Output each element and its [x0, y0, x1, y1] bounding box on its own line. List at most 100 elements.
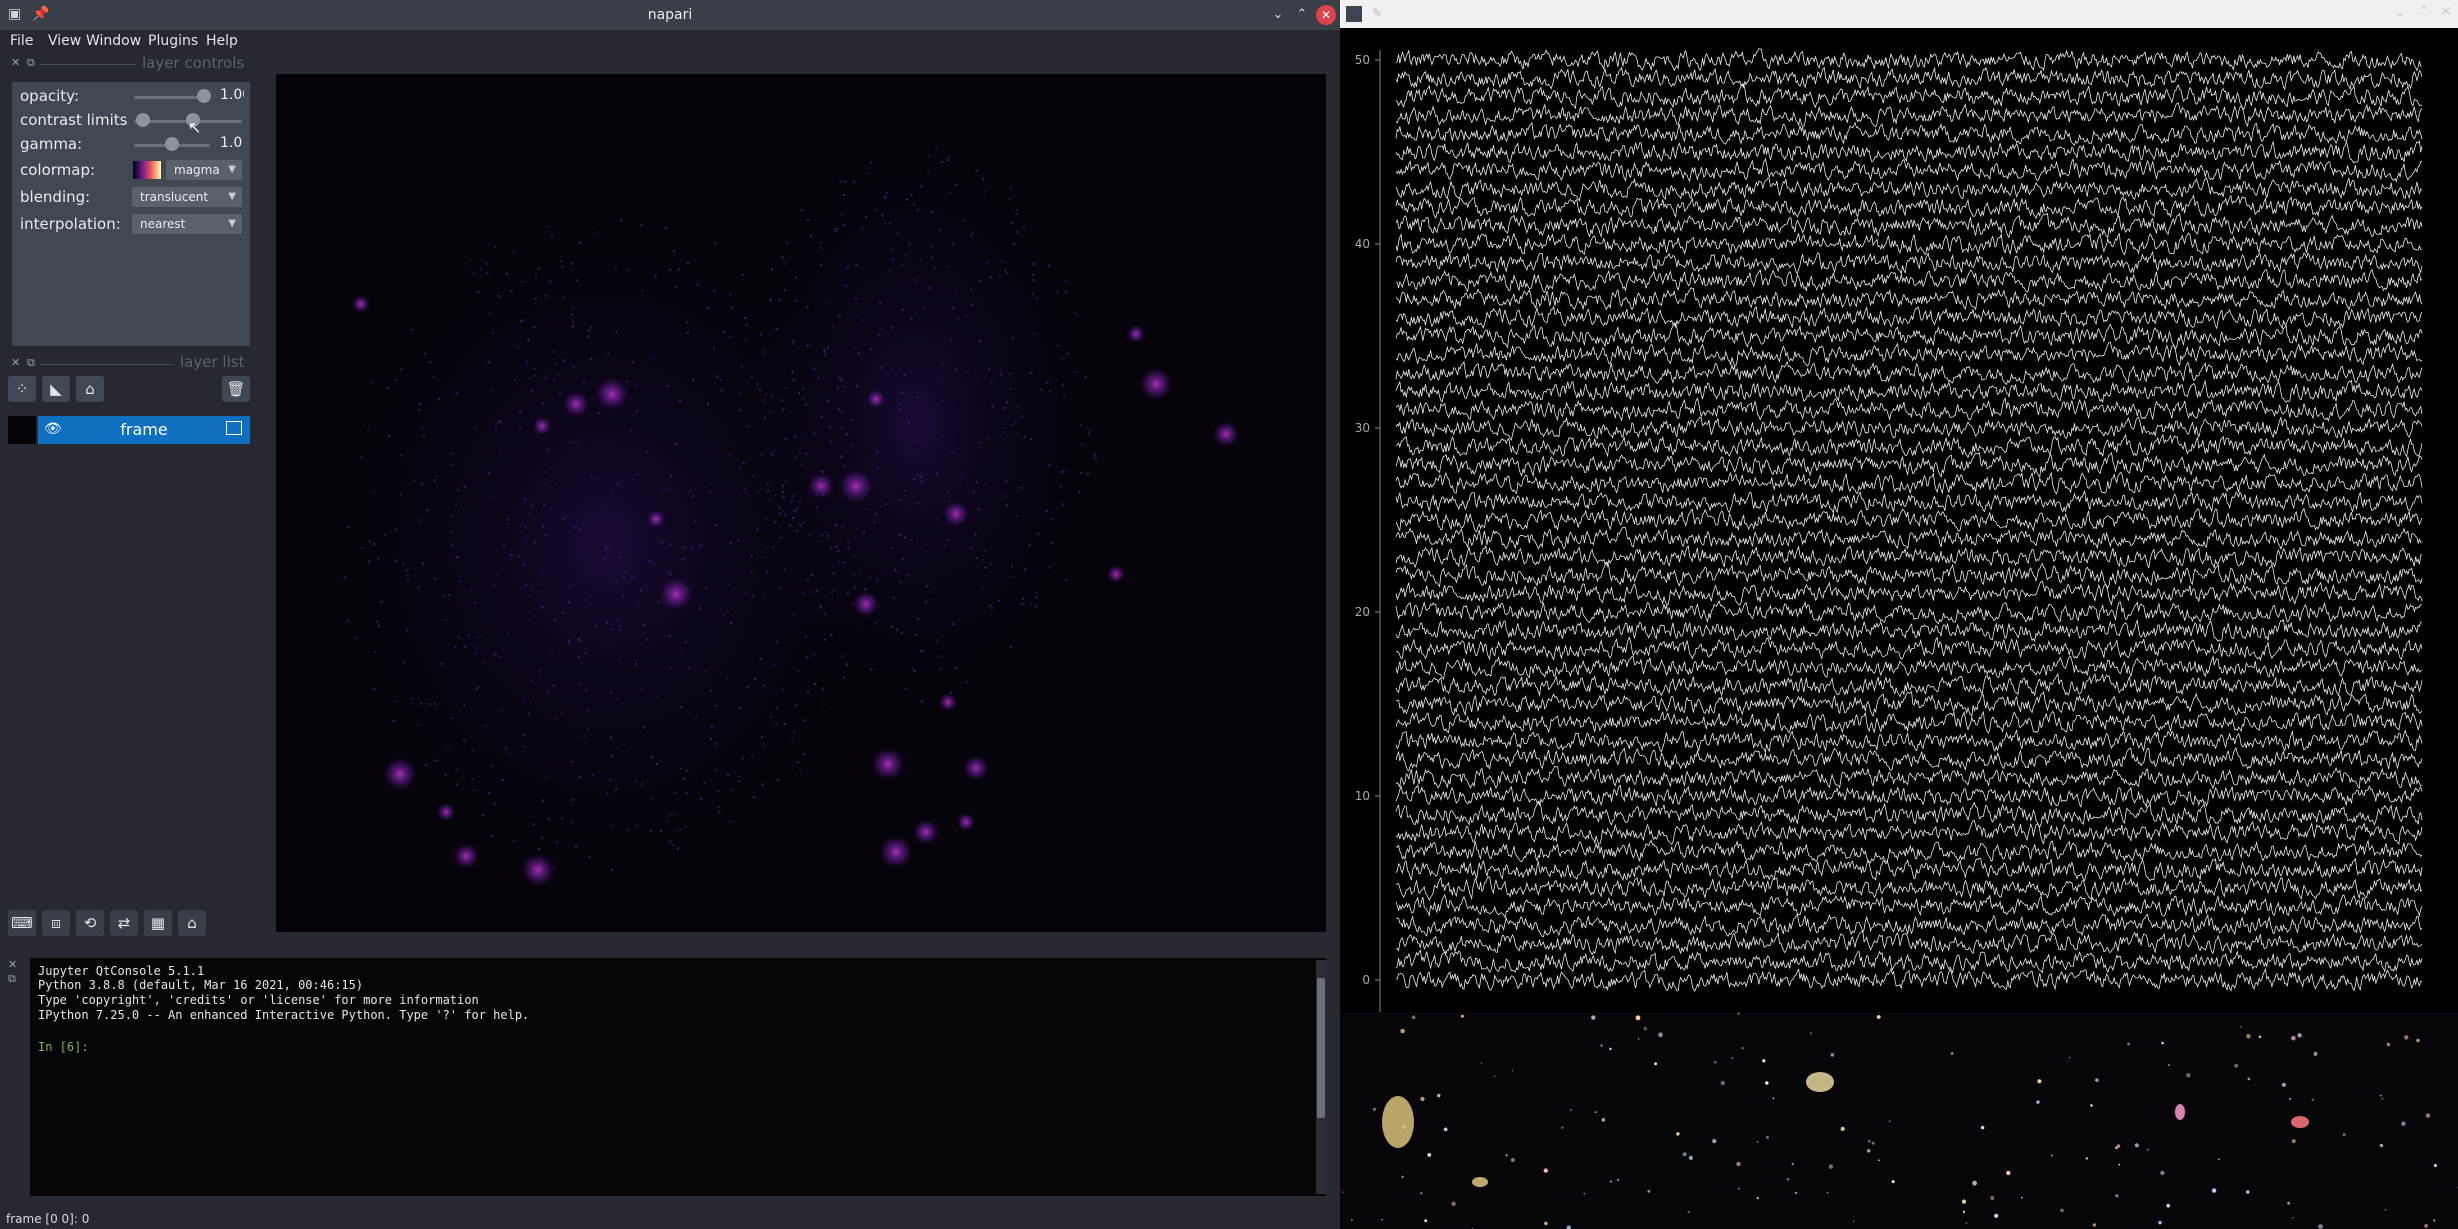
- close-icon[interactable]: ✕: [1316, 5, 1336, 25]
- colormap-swatch: [133, 161, 161, 179]
- speckle: [830, 441, 832, 443]
- speckle: [1031, 274, 1034, 277]
- speckle: [910, 317, 913, 320]
- menu-view[interactable]: View: [48, 33, 81, 49]
- speckle: [550, 235, 553, 238]
- speckle: [608, 546, 611, 549]
- home-icon[interactable]: ⌂: [178, 910, 206, 936]
- star: [1561, 1126, 1564, 1129]
- speckle: [783, 262, 786, 265]
- pin-icon[interactable]: 📌: [32, 6, 49, 22]
- dock-float-icon[interactable]: ⧉: [27, 356, 35, 370]
- layer-name[interactable]: frame: [38, 416, 250, 444]
- speckle: [546, 448, 549, 451]
- speckle: [1036, 297, 1039, 300]
- speckle: [411, 697, 414, 700]
- transpose-icon[interactable]: ⇄: [110, 910, 138, 936]
- dock-close-icon[interactable]: ✕: [8, 958, 17, 971]
- opacity-value[interactable]: 1.00: [220, 87, 244, 103]
- contrast-low-handle[interactable]: [135, 113, 150, 127]
- speckle: [527, 595, 530, 598]
- speckle: [493, 802, 496, 805]
- speckle: [991, 405, 994, 408]
- menu-app-icon[interactable]: ▣: [8, 6, 21, 22]
- console-scrollbar-thumb[interactable]: [1317, 978, 1325, 1118]
- speckle: [484, 724, 487, 727]
- gamma-slider-handle[interactable]: [165, 137, 179, 151]
- speckle: [471, 749, 474, 751]
- maximize-icon[interactable]: ⌃: [1292, 5, 1312, 25]
- opacity-slider-handle[interactable]: [197, 89, 211, 103]
- minimize-icon[interactable]: ⌄: [2394, 4, 2406, 20]
- menu-file[interactable]: File: [10, 33, 33, 49]
- speckle: [800, 209, 803, 212]
- plot-app-icon[interactable]: [1346, 6, 1362, 22]
- speckle: [917, 502, 920, 505]
- minimize-icon[interactable]: ⌄: [1268, 5, 1288, 25]
- eeg-chart[interactable]: 0200400600800100012001400160018002000 01…: [1340, 28, 2458, 1012]
- speckle: [1011, 424, 1014, 427]
- speckle: [616, 697, 619, 700]
- maximize-icon[interactable]: ⌃: [2418, 4, 2430, 20]
- speckle: [795, 704, 798, 707]
- console-icon[interactable]: ⌨: [8, 910, 36, 936]
- add-labels-icon[interactable]: ⌂: [76, 376, 104, 402]
- speckle: [539, 583, 542, 586]
- gamma-value[interactable]: 1.0: [220, 135, 242, 151]
- speckle: [845, 284, 848, 287]
- speckle: [620, 219, 623, 222]
- ndisplay-icon[interactable]: ⧈: [42, 910, 70, 936]
- speckle: [586, 728, 589, 731]
- eye-icon[interactable]: 👁: [44, 421, 62, 437]
- galaxy: [1382, 1096, 1414, 1148]
- blending-combobox[interactable]: translucent ▼: [132, 187, 242, 207]
- star: [1736, 1161, 1741, 1167]
- grid-icon[interactable]: ▦: [144, 910, 172, 936]
- interpolation-combobox[interactable]: nearest ▼: [132, 214, 242, 234]
- speckle: [555, 841, 558, 844]
- opacity-slider[interactable]: [134, 96, 204, 99]
- roll-icon[interactable]: ⟲: [76, 910, 104, 936]
- dock-close-icon[interactable]: ✕: [11, 356, 20, 369]
- speckle: [884, 503, 887, 506]
- speckle: [949, 191, 952, 194]
- speckle: [417, 586, 420, 589]
- speckle: [636, 410, 639, 413]
- speckle: [704, 587, 707, 590]
- pin-icon[interactable]: ✎: [1372, 6, 1382, 20]
- menu-help[interactable]: Help: [206, 33, 238, 49]
- speckle: [456, 556, 458, 559]
- close-icon[interactable]: ✕: [2440, 4, 2452, 20]
- speckle: [841, 411, 844, 414]
- canvas-image: [306, 114, 1240, 904]
- delete-layer-icon[interactable]: 🗑: [222, 376, 250, 402]
- speckle: [491, 765, 494, 767]
- colormap-combobox[interactable]: magma ▼: [166, 160, 242, 180]
- speckle: [970, 547, 973, 550]
- speckle: [867, 172, 870, 175]
- add-points-icon[interactable]: ⁘: [8, 376, 36, 402]
- speckle: [549, 280, 552, 283]
- star: [1762, 1059, 1766, 1063]
- speckle: [803, 719, 806, 722]
- speckle: [776, 707, 778, 710]
- speckle: [545, 534, 548, 537]
- dock-close-icon[interactable]: ✕: [11, 56, 20, 69]
- console-prompt[interactable]: In [6]:: [38, 1040, 89, 1054]
- speckle: [507, 630, 510, 633]
- speckle: [767, 489, 770, 492]
- speckle: [488, 472, 491, 475]
- menu-window[interactable]: Window: [86, 33, 141, 49]
- dock-float-icon[interactable]: ⧉: [27, 56, 35, 70]
- speckle: [574, 526, 577, 529]
- speckle: [741, 273, 744, 276]
- napari-canvas[interactable]: [276, 74, 1326, 932]
- speckle: [590, 358, 593, 361]
- menu-plugins[interactable]: Plugins: [148, 33, 198, 49]
- dock-float-icon[interactable]: ⧉: [8, 972, 16, 986]
- speckle: [525, 538, 528, 541]
- speckle: [799, 769, 802, 772]
- add-shapes-icon[interactable]: ◣: [42, 376, 70, 402]
- speckle: [433, 577, 436, 580]
- layer-thumbnail[interactable]: [8, 416, 36, 444]
